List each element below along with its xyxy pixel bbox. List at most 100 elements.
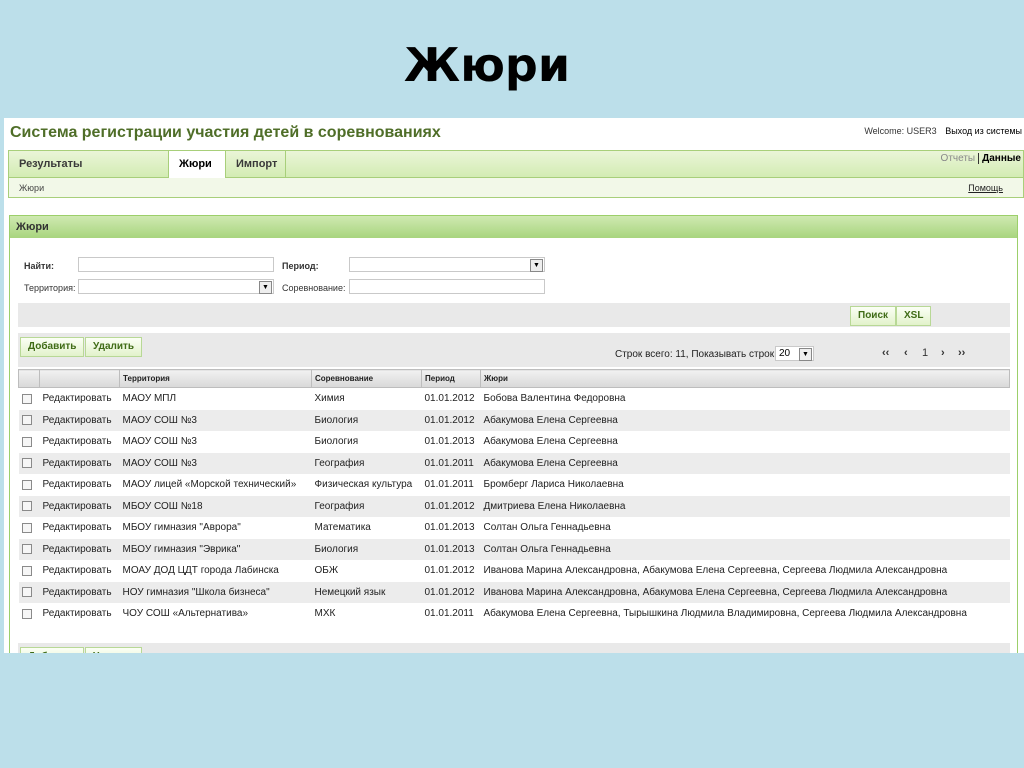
cell-territory: МАОУ СОШ №3 [122, 436, 197, 448]
table-row: Редактировать НОУ гимназия "Школа бизнеса… [18, 581, 1010, 603]
cell-jury: Бромберг Лариса Николаевна [483, 479, 624, 491]
row-checkbox-cell[interactable] [19, 603, 40, 625]
table-row: Редактировать МБОУ гимназия "Аврора" Матем… [19, 517, 1010, 539]
tab-results[interactable]: Результаты соревнований [9, 151, 169, 196]
top-right-menu: Отчеты Данные [941, 153, 1021, 164]
edit-link[interactable]: Редактировать [39, 452, 120, 474]
edit-link[interactable]: Редактировать [40, 431, 120, 453]
row-checkbox[interactable] [21, 608, 32, 619]
col-period[interactable]: Период [421, 369, 481, 388]
row-checkbox[interactable] [21, 436, 32, 447]
cell-jury: Солтан Ольга Геннадьевна [480, 538, 1010, 560]
cell-competition: Математика [314, 522, 371, 534]
help-link[interactable]: Помощь [968, 183, 1003, 193]
table-row: Редактировать ЧОУ СОШ «Альтернатива» МХК 01… [19, 603, 1010, 625]
row-checkbox-cell[interactable] [18, 495, 40, 517]
row-checkbox[interactable] [21, 458, 32, 469]
find-input[interactable] [78, 257, 274, 272]
next-page-button[interactable]: › [941, 347, 945, 359]
table-row: Редактировать МБОУ СОШ №18 География 01.01.… [18, 495, 1010, 517]
cell-territory: ЧОУ СОШ «Альтернатива» [122, 608, 249, 620]
row-checkbox-cell[interactable] [18, 581, 40, 603]
edit-link[interactable]: Редактировать [39, 409, 120, 431]
edit-link[interactable]: Редактировать [40, 388, 120, 410]
data-link[interactable]: Данные [978, 153, 1021, 164]
col-jury[interactable]: Жюри [480, 369, 1010, 388]
page-size-value: 20 [779, 348, 791, 359]
cell-jury: Иванова Марина Александровна, Абакумова … [480, 581, 1010, 603]
cell-territory: МАОУ лицей «Морской технический» [122, 479, 297, 491]
edit-link[interactable]: Редактировать [40, 560, 120, 582]
jury-table: Территория Соревнование Период Жюри Реда… [18, 369, 1010, 625]
cell-competition: ОБЖ [314, 565, 339, 577]
page-size-select[interactable]: 20 ▼ [775, 346, 814, 361]
search-button[interactable]: Поиск [850, 306, 897, 326]
cell-competition: География [311, 495, 422, 517]
col-territory[interactable]: Территория [119, 369, 312, 388]
competition-input[interactable] [349, 279, 545, 294]
row-checkbox[interactable] [21, 587, 32, 598]
cell-territory: МБОУ СОШ №18 [119, 495, 312, 517]
xsl-button[interactable]: XSL [896, 306, 932, 326]
user-area: Welcome: USER3 Выход из системы [858, 126, 1022, 136]
reports-link[interactable]: Отчеты [941, 153, 976, 164]
current-page: 1 [922, 347, 929, 359]
prev-page-button[interactable]: ‹ [904, 347, 908, 359]
table-row: Редактировать МАОУ СОШ №3 Биология 01.01.20… [19, 431, 1010, 453]
edit-link[interactable]: Редактировать [40, 474, 120, 496]
delete-button[interactable]: Удалить [85, 337, 143, 357]
add-button[interactable]: Добавить [20, 337, 85, 357]
last-page-button[interactable]: ›› [958, 347, 965, 359]
panel-title: Жюри [10, 216, 1017, 238]
edit-link[interactable]: Редактировать [39, 538, 120, 560]
row-checkbox-cell[interactable] [19, 388, 40, 410]
cell-jury: Абакумова Елена Сергеевна [480, 452, 1010, 474]
row-checkbox[interactable] [21, 415, 32, 426]
edit-link[interactable]: Редактировать [40, 517, 120, 539]
table-header: Территория Соревнование Период Жюри [18, 369, 1010, 388]
row-checkbox-cell[interactable] [18, 452, 40, 474]
row-checkbox-cell[interactable] [19, 560, 40, 582]
edit-link[interactable]: Редактировать [40, 603, 120, 625]
cell-period: 01.01.2013 [424, 522, 475, 534]
table-row: Редактировать МАОУ МПЛ Химия 01.01.2012 Бобо… [19, 388, 1010, 410]
cell-period: 01.01.2011 [424, 479, 474, 491]
col-competition[interactable]: Соревнование [311, 369, 422, 388]
tab-jury[interactable]: Жюри [169, 151, 226, 179]
cell-jury: Иванова Марина Александровна, Абакумова … [483, 565, 948, 577]
first-page-button[interactable]: ‹‹ [882, 347, 889, 359]
row-checkbox[interactable] [21, 522, 32, 533]
period-label: Период: [282, 261, 319, 271]
bottom-toolbar: Добавить Удалить [18, 643, 1010, 653]
app-screenshot: Система регистрации участия детей в соре… [4, 118, 1024, 653]
period-select[interactable]: ▼ [349, 257, 545, 272]
row-checkbox-cell[interactable] [18, 409, 40, 431]
row-checkbox-cell[interactable] [19, 431, 40, 453]
col-select [18, 369, 40, 388]
delete-button-bottom[interactable]: Удалить [85, 647, 143, 653]
add-button-bottom[interactable]: Добавить [20, 647, 85, 653]
rows-summary: Строк всего: 11, Показывать строк: [615, 349, 777, 360]
row-checkbox[interactable] [21, 393, 32, 404]
tab-import[interactable]: Импорт [226, 151, 286, 177]
slide-title: Жюри [403, 38, 571, 92]
cell-territory: МАОУ МПЛ [122, 393, 177, 405]
logout-link[interactable]: Выход из системы [945, 126, 1022, 136]
row-checkbox[interactable] [21, 544, 32, 555]
row-checkbox-cell[interactable] [18, 538, 40, 560]
sub-bar: Жюри Помощь [8, 178, 1024, 198]
row-checkbox[interactable] [21, 479, 32, 490]
cell-competition: География [311, 452, 422, 474]
row-checkbox-cell[interactable] [19, 474, 40, 496]
cell-competition: Немецкий язык [311, 581, 422, 603]
col-edit [39, 369, 120, 388]
row-checkbox-cell[interactable] [19, 517, 40, 539]
cell-jury: Абакумова Елена Сергеевна, Тырышкина Люд… [483, 608, 967, 620]
edit-link[interactable]: Редактировать [39, 581, 120, 603]
cell-period: 01.01.2012 [421, 495, 481, 517]
territory-select[interactable]: ▼ [78, 279, 274, 294]
edit-link[interactable]: Редактировать [39, 495, 120, 517]
row-checkbox[interactable] [21, 565, 32, 576]
row-checkbox[interactable] [21, 501, 32, 512]
territory-label: Территория: [24, 283, 76, 293]
